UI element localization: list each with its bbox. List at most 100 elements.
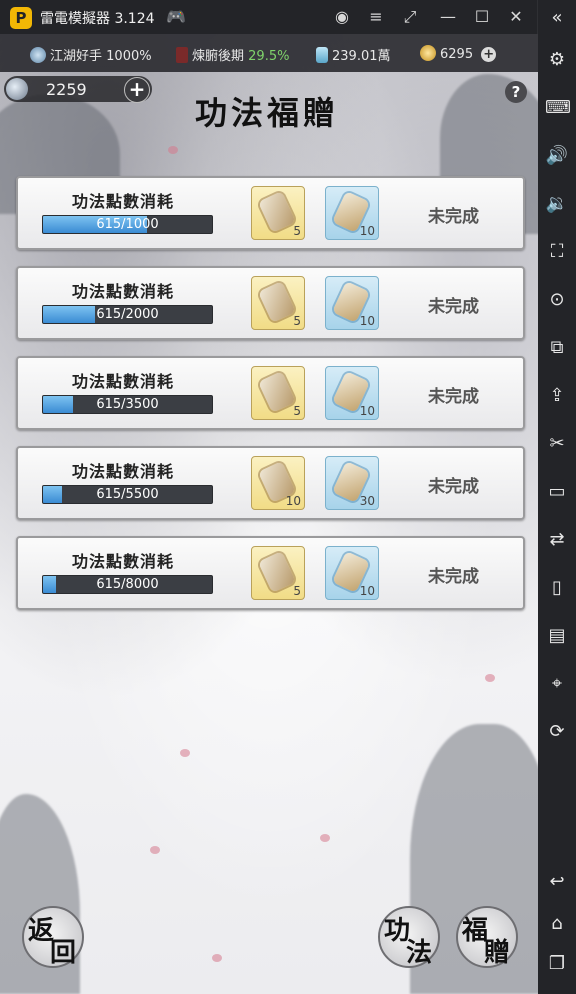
stage-value: 29.5% xyxy=(248,49,290,64)
progress-text: 615/3500 xyxy=(96,397,159,412)
screenshot-icon[interactable]: ⛶ xyxy=(545,240,569,264)
back-char-2: 回 xyxy=(50,938,77,968)
task-row: 功法點數消耗 615/2000 5 10 未完成 xyxy=(16,266,525,340)
blossom-decoration xyxy=(485,674,495,682)
gamepad-icon[interactable]: 🎮 xyxy=(166,7,186,27)
reward-item-gold[interactable]: 5 xyxy=(251,366,305,420)
reward-count: 5 xyxy=(293,584,301,598)
emulator-logo: P xyxy=(10,7,32,29)
blossom-decoration xyxy=(212,954,222,962)
gold-value: 6295 xyxy=(440,47,474,62)
task-row: 功法點數消耗 615/1000 5 10 未完成 xyxy=(16,176,525,250)
back-nav-icon[interactable]: ↩ xyxy=(545,870,569,894)
reward-item-gold[interactable]: 10 xyxy=(251,456,305,510)
progress-text: 615/8000 xyxy=(96,577,159,592)
scissors-icon[interactable]: ✂ xyxy=(545,432,569,456)
sync-icon[interactable]: ⇄ xyxy=(545,528,569,552)
rotate-icon[interactable]: ⟳ xyxy=(545,720,569,744)
keyboard-icon[interactable]: ⌨ xyxy=(545,96,571,120)
scroll-bag-icon xyxy=(258,281,296,323)
reward-item-blue[interactable]: 30 xyxy=(325,456,379,510)
blossom-decoration xyxy=(168,146,178,154)
menu-icon[interactable]: ≡ xyxy=(366,7,386,27)
shake-icon[interactable]: ▯ xyxy=(545,576,569,600)
page-title: 功法福贈 xyxy=(195,94,340,132)
settings-icon[interactable]: ⚙ xyxy=(545,48,569,72)
scroll-bag-icon xyxy=(258,371,296,413)
task-status: 未完成 xyxy=(428,207,479,227)
currency-value: 2259 xyxy=(46,80,87,99)
silver-resource: 239.01萬 xyxy=(316,45,391,64)
resource-bar: 江湖好手 1000% 煉腑後期 29.5% 239.01萬 6295 + xyxy=(0,34,538,72)
task-label: 功法點數消耗 xyxy=(72,372,175,391)
apk-install-icon[interactable]: ⇪ xyxy=(545,384,569,408)
home-nav-icon[interactable]: ⌂ xyxy=(545,912,569,936)
task-label: 功法點數消耗 xyxy=(72,192,175,211)
rank-label: 江湖好手 xyxy=(50,49,103,64)
record-icon[interactable]: ⊙ xyxy=(545,288,569,312)
task-status: 未完成 xyxy=(428,387,479,407)
stage-icon xyxy=(176,47,188,63)
volume-down-icon[interactable]: 🔉 xyxy=(545,192,569,216)
help-button[interactable]: ? xyxy=(505,81,527,103)
reward-count: 10 xyxy=(359,224,375,238)
skill-button[interactable]: 功 法 xyxy=(378,906,440,968)
reward-count: 5 xyxy=(293,404,301,418)
volume-up-icon[interactable]: 🔊 xyxy=(545,144,569,168)
task-row: 功法點數消耗 615/3500 5 10 未完成 xyxy=(16,356,525,430)
reward-item-blue[interactable]: 10 xyxy=(325,546,379,600)
recent-apps-icon[interactable]: ❐ xyxy=(545,952,569,976)
task-status: 未完成 xyxy=(428,297,479,317)
multi-instance-icon[interactable]: ⧉ xyxy=(545,336,569,360)
reward-count: 5 xyxy=(293,224,301,238)
rank-resource: 江湖好手 1000% xyxy=(30,45,152,64)
window-title: 雷電模擬器 3.124 xyxy=(40,11,155,27)
maximize-icon[interactable]: ☐ xyxy=(472,7,492,27)
gift-char-2: 贈 xyxy=(484,938,511,968)
progress-bar: 615/3500 xyxy=(42,395,213,414)
progress-text: 615/1000 xyxy=(96,217,159,232)
location-icon[interactable]: ⌖ xyxy=(545,672,569,696)
task-status: 未完成 xyxy=(428,567,479,587)
reward-item-gold[interactable]: 5 xyxy=(251,186,305,240)
close-icon[interactable]: ✕ xyxy=(506,7,526,27)
gold-icon xyxy=(420,45,436,61)
task-row: 功法點數消耗 615/5500 10 30 未完成 xyxy=(16,446,525,520)
back-button[interactable]: 返 回 xyxy=(22,906,84,968)
reward-count: 10 xyxy=(359,584,375,598)
add-currency-button[interactable]: + xyxy=(124,77,150,103)
gift-button[interactable]: 福 贈 xyxy=(456,906,518,968)
task-status: 未完成 xyxy=(428,477,479,497)
rank-value: 1000% xyxy=(106,49,152,64)
emulator-sidebar: « ⚙ ⌨ 🔊 🔉 ⛶ ⊙ ⧉ ⇪ ✂ ▭ ⇄ ▯ ▤ ⌖ ⟳ ↩ ⌂ ❐ xyxy=(537,0,576,994)
reward-item-blue[interactable]: 10 xyxy=(325,366,379,420)
task-label: 功法點數消耗 xyxy=(72,462,175,481)
task-row: 功法點數消耗 615/8000 5 10 未完成 xyxy=(16,536,525,610)
silver-icon xyxy=(316,47,328,63)
progress-bar: 615/8000 xyxy=(42,575,213,594)
video-icon[interactable]: ▭ xyxy=(545,480,569,504)
fullscreen-icon[interactable]: ⤢ xyxy=(400,7,420,27)
gold-resource: 6295 + xyxy=(420,45,497,62)
reward-item-blue[interactable]: 10 xyxy=(325,276,379,330)
blossom-decoration xyxy=(180,749,190,757)
rank-icon xyxy=(30,47,46,63)
silver-value: 239.01萬 xyxy=(332,49,391,64)
currency-pill: 2259 + xyxy=(4,76,152,103)
stage-resource: 煉腑後期 29.5% xyxy=(176,45,289,64)
game-viewport: 江湖好手 1000% 煉腑後期 29.5% 239.01萬 6295 + 225… xyxy=(0,34,538,994)
collapse-icon[interactable]: « xyxy=(545,6,569,30)
add-gold-button[interactable]: + xyxy=(481,47,497,62)
emulator-titlebar: P 雷電模擬器 3.124 🎮 ◉ ≡ ⤢ — ☐ ✕ xyxy=(0,0,576,34)
currency-icon xyxy=(6,78,28,100)
progress-bar: 615/5500 xyxy=(42,485,213,504)
minimize-icon[interactable]: — xyxy=(438,7,458,27)
reward-item-gold[interactable]: 5 xyxy=(251,276,305,330)
reward-item-blue[interactable]: 10 xyxy=(325,186,379,240)
reward-item-gold[interactable]: 5 xyxy=(251,546,305,600)
reward-count: 10 xyxy=(359,404,375,418)
account-icon[interactable]: ◉ xyxy=(332,7,352,27)
skill-char-2: 法 xyxy=(406,938,433,968)
display-icon[interactable]: ▤ xyxy=(545,624,569,648)
progress-text: 615/5500 xyxy=(96,487,159,502)
